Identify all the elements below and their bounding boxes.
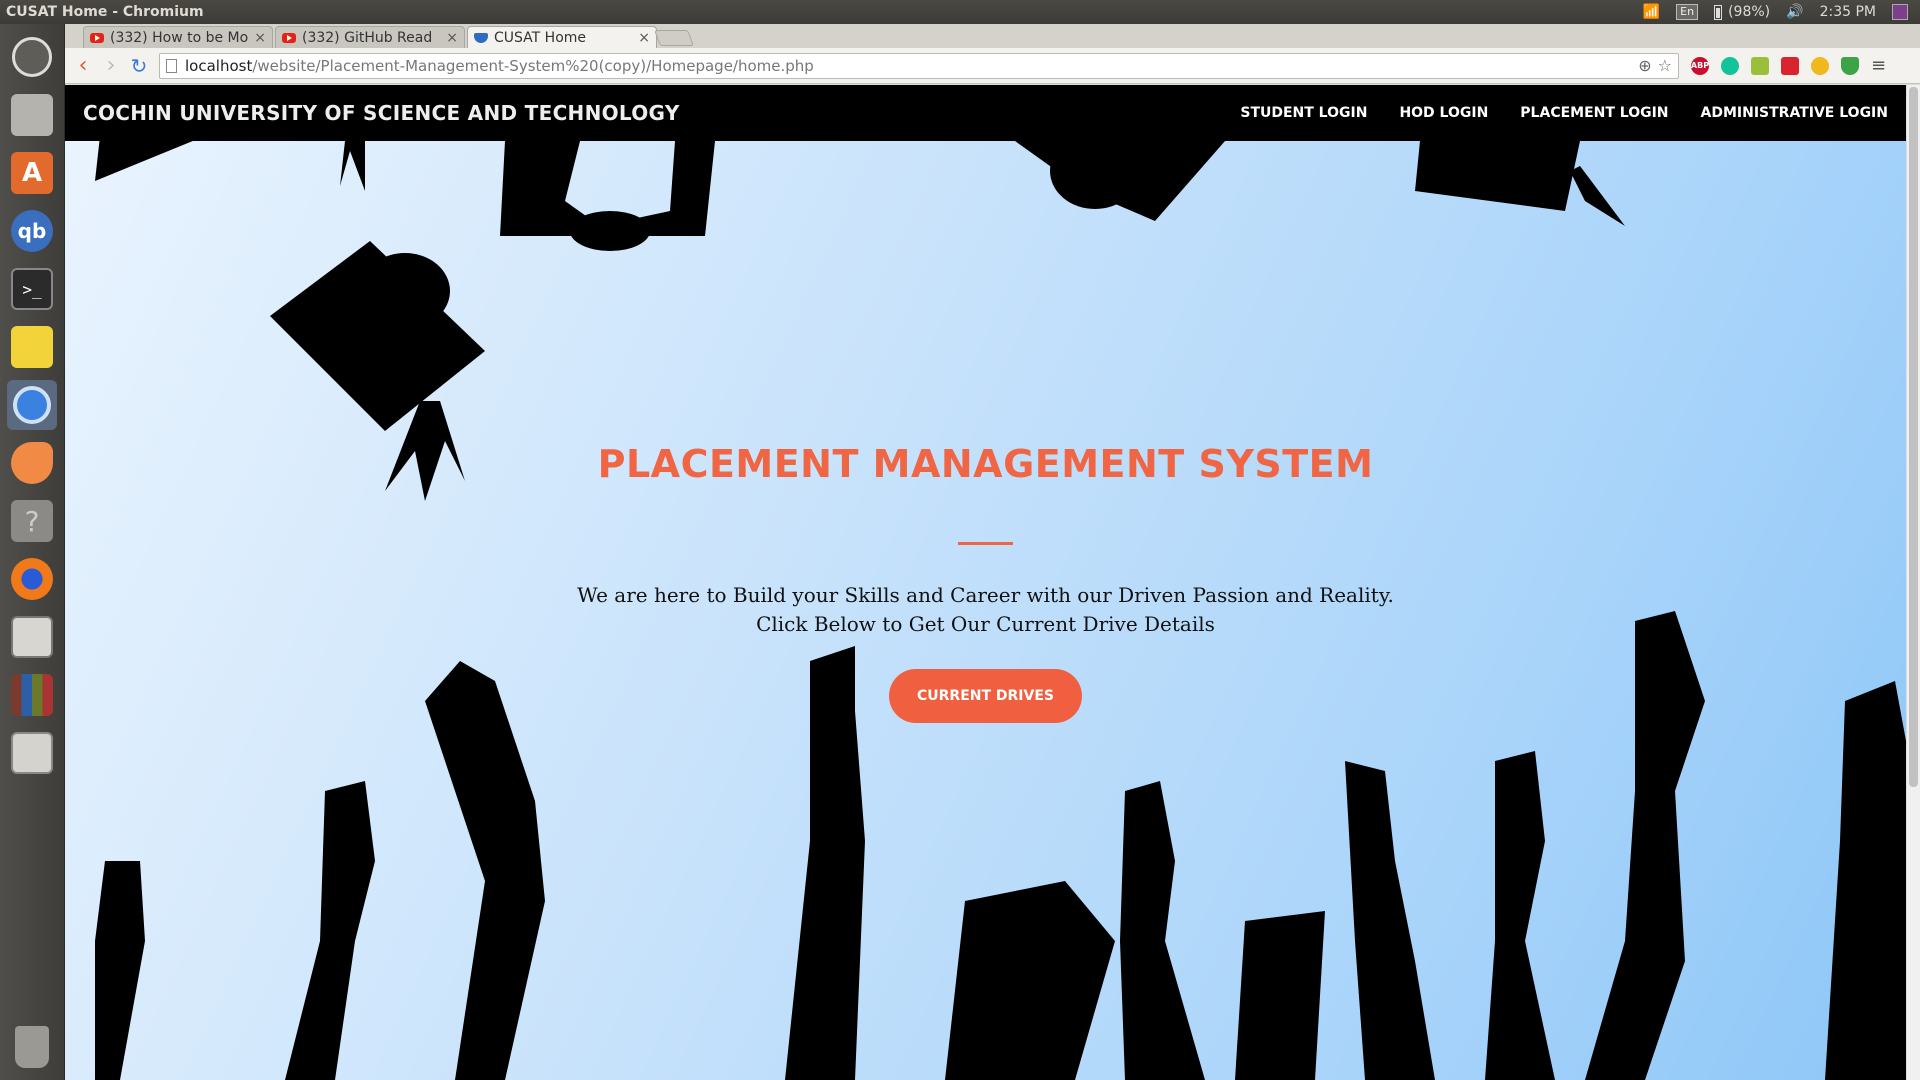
hero-section: PLACEMENT MANAGEMENT SYSTEM We are here … [65,85,1906,1080]
software-center-icon[interactable]: A [7,148,57,198]
tab-label: (332) GitHub Read [302,29,433,46]
site-navbar: COCHIN UNIVERSITY OF SCIENCE AND TECHNOL… [65,85,1906,141]
volume-icon[interactable]: 🔊 [1786,4,1803,20]
zoom-icon[interactable]: ⊕ [1638,56,1651,75]
trash-icon[interactable] [7,1022,57,1072]
page-info-icon[interactable] [166,58,177,73]
checker-extension-icon[interactable] [1811,56,1829,75]
nav-links: STUDENT LOGIN HOD LOGIN PLACEMENT LOGIN … [1240,105,1888,121]
tab-youtube-1[interactable]: (332) How to be Mor × [83,26,273,48]
chromium-window: (332) How to be Mor × (332) GitHub Read … [65,24,1920,1080]
window-title: CUSAT Home - Chromium [6,4,204,20]
nav-administrative-login[interactable]: ADMINISTRATIVE LOGIN [1701,105,1888,121]
tab-youtube-2[interactable]: (332) GitHub Read × [275,26,465,48]
url-path: /website/Placement-Management-System%20(… [252,56,814,75]
sublime-icon[interactable] [7,438,57,488]
video-extension-icon[interactable] [1781,56,1799,75]
power-icon[interactable] [1892,4,1908,20]
hero-line-1: We are here to Build your Skills and Car… [577,583,1394,607]
browser-toolbar: ‹ › ↻ localhost/website/Placement-Manage… [65,48,1920,84]
youtube-icon [90,32,104,43]
page-scrollbar[interactable] [1906,85,1920,1080]
settings-icon[interactable] [7,612,57,662]
sticky-notes-icon[interactable] [7,322,57,372]
close-icon[interactable]: × [638,30,650,46]
firefox-icon[interactable] [7,554,57,604]
tab-label: (332) How to be Mor [110,29,249,46]
menu-icon[interactable]: ≡ [1871,55,1886,76]
launcher: A qb >_ ? [0,24,65,1080]
nav-student-login[interactable]: STUDENT LOGIN [1240,105,1367,121]
site-brand[interactable]: COCHIN UNIVERSITY OF SCIENCE AND TECHNOL… [83,101,680,125]
back-icon[interactable]: ‹ [69,52,97,80]
adblock-plus-icon[interactable]: ABP [1691,56,1709,75]
url-host: localhost [185,56,253,75]
youtube-icon [282,32,296,43]
omnibox-actions: ⊕ ☆ [1638,56,1678,75]
hero-divider [958,542,1013,545]
close-icon[interactable]: × [254,30,266,46]
page-icon [474,32,488,43]
close-icon[interactable]: × [446,30,458,46]
tab-cusat-home[interactable]: CUSAT Home × [467,26,657,48]
wifi-icon[interactable]: 📶 [1643,4,1660,20]
battery-indicator[interactable]: (98%) [1714,4,1770,20]
files-icon[interactable] [7,90,57,140]
shield-icon[interactable] [1841,56,1859,75]
help-icon[interactable]: ? [7,496,57,546]
nav-hod-login[interactable]: HOD LOGIN [1399,105,1488,121]
chromium-icon[interactable] [7,380,57,430]
hero-line-2: Click Below to Get Our Current Drive Det… [756,612,1215,636]
scrollbar-thumb[interactable] [1909,87,1918,787]
keyboard-layout-indicator[interactable]: En [1676,4,1699,20]
tab-strip: (332) How to be Mor × (332) GitHub Read … [65,24,1920,48]
address-bar[interactable]: localhost/website/Placement-Management-S… [159,52,1679,79]
terminal-icon[interactable]: >_ [7,264,57,314]
new-tab-button[interactable] [654,30,694,46]
battery-percent: (98%) [1728,4,1771,20]
usb-creator-icon[interactable] [7,728,57,778]
battery-icon [1714,4,1723,20]
page-viewport: COCHIN UNIVERSITY OF SCIENCE AND TECHNOL… [65,85,1920,1080]
system-indicators: 📶 En (98%) 🔊 2:35 PM [1643,4,1920,20]
system-top-panel: CUSAT Home - Chromium 📶 En (98%) 🔊 2:35 … [0,0,1920,24]
tab-label: CUSAT Home [494,29,587,46]
nav-placement-login[interactable]: PLACEMENT LOGIN [1520,105,1668,121]
grammarly-icon[interactable] [1721,56,1739,75]
hero-text: We are here to Build your Skills and Car… [65,581,1906,639]
reload-icon[interactable]: ↻ [125,52,153,80]
hero-heading: PLACEMENT MANAGEMENT SYSTEM [597,442,1374,486]
forward-icon[interactable]: › [97,52,125,80]
download-extension-icon[interactable] [1751,56,1769,75]
current-drives-button[interactable]: CURRENT DRIVES [889,669,1082,723]
bookmark-star-icon[interactable]: ☆ [1658,56,1672,75]
ubuntu-dash-icon[interactable] [7,32,57,82]
qbittorrent-icon[interactable]: qb [7,206,57,256]
clock[interactable]: 2:35 PM [1820,4,1876,20]
books-icon[interactable] [7,670,57,720]
